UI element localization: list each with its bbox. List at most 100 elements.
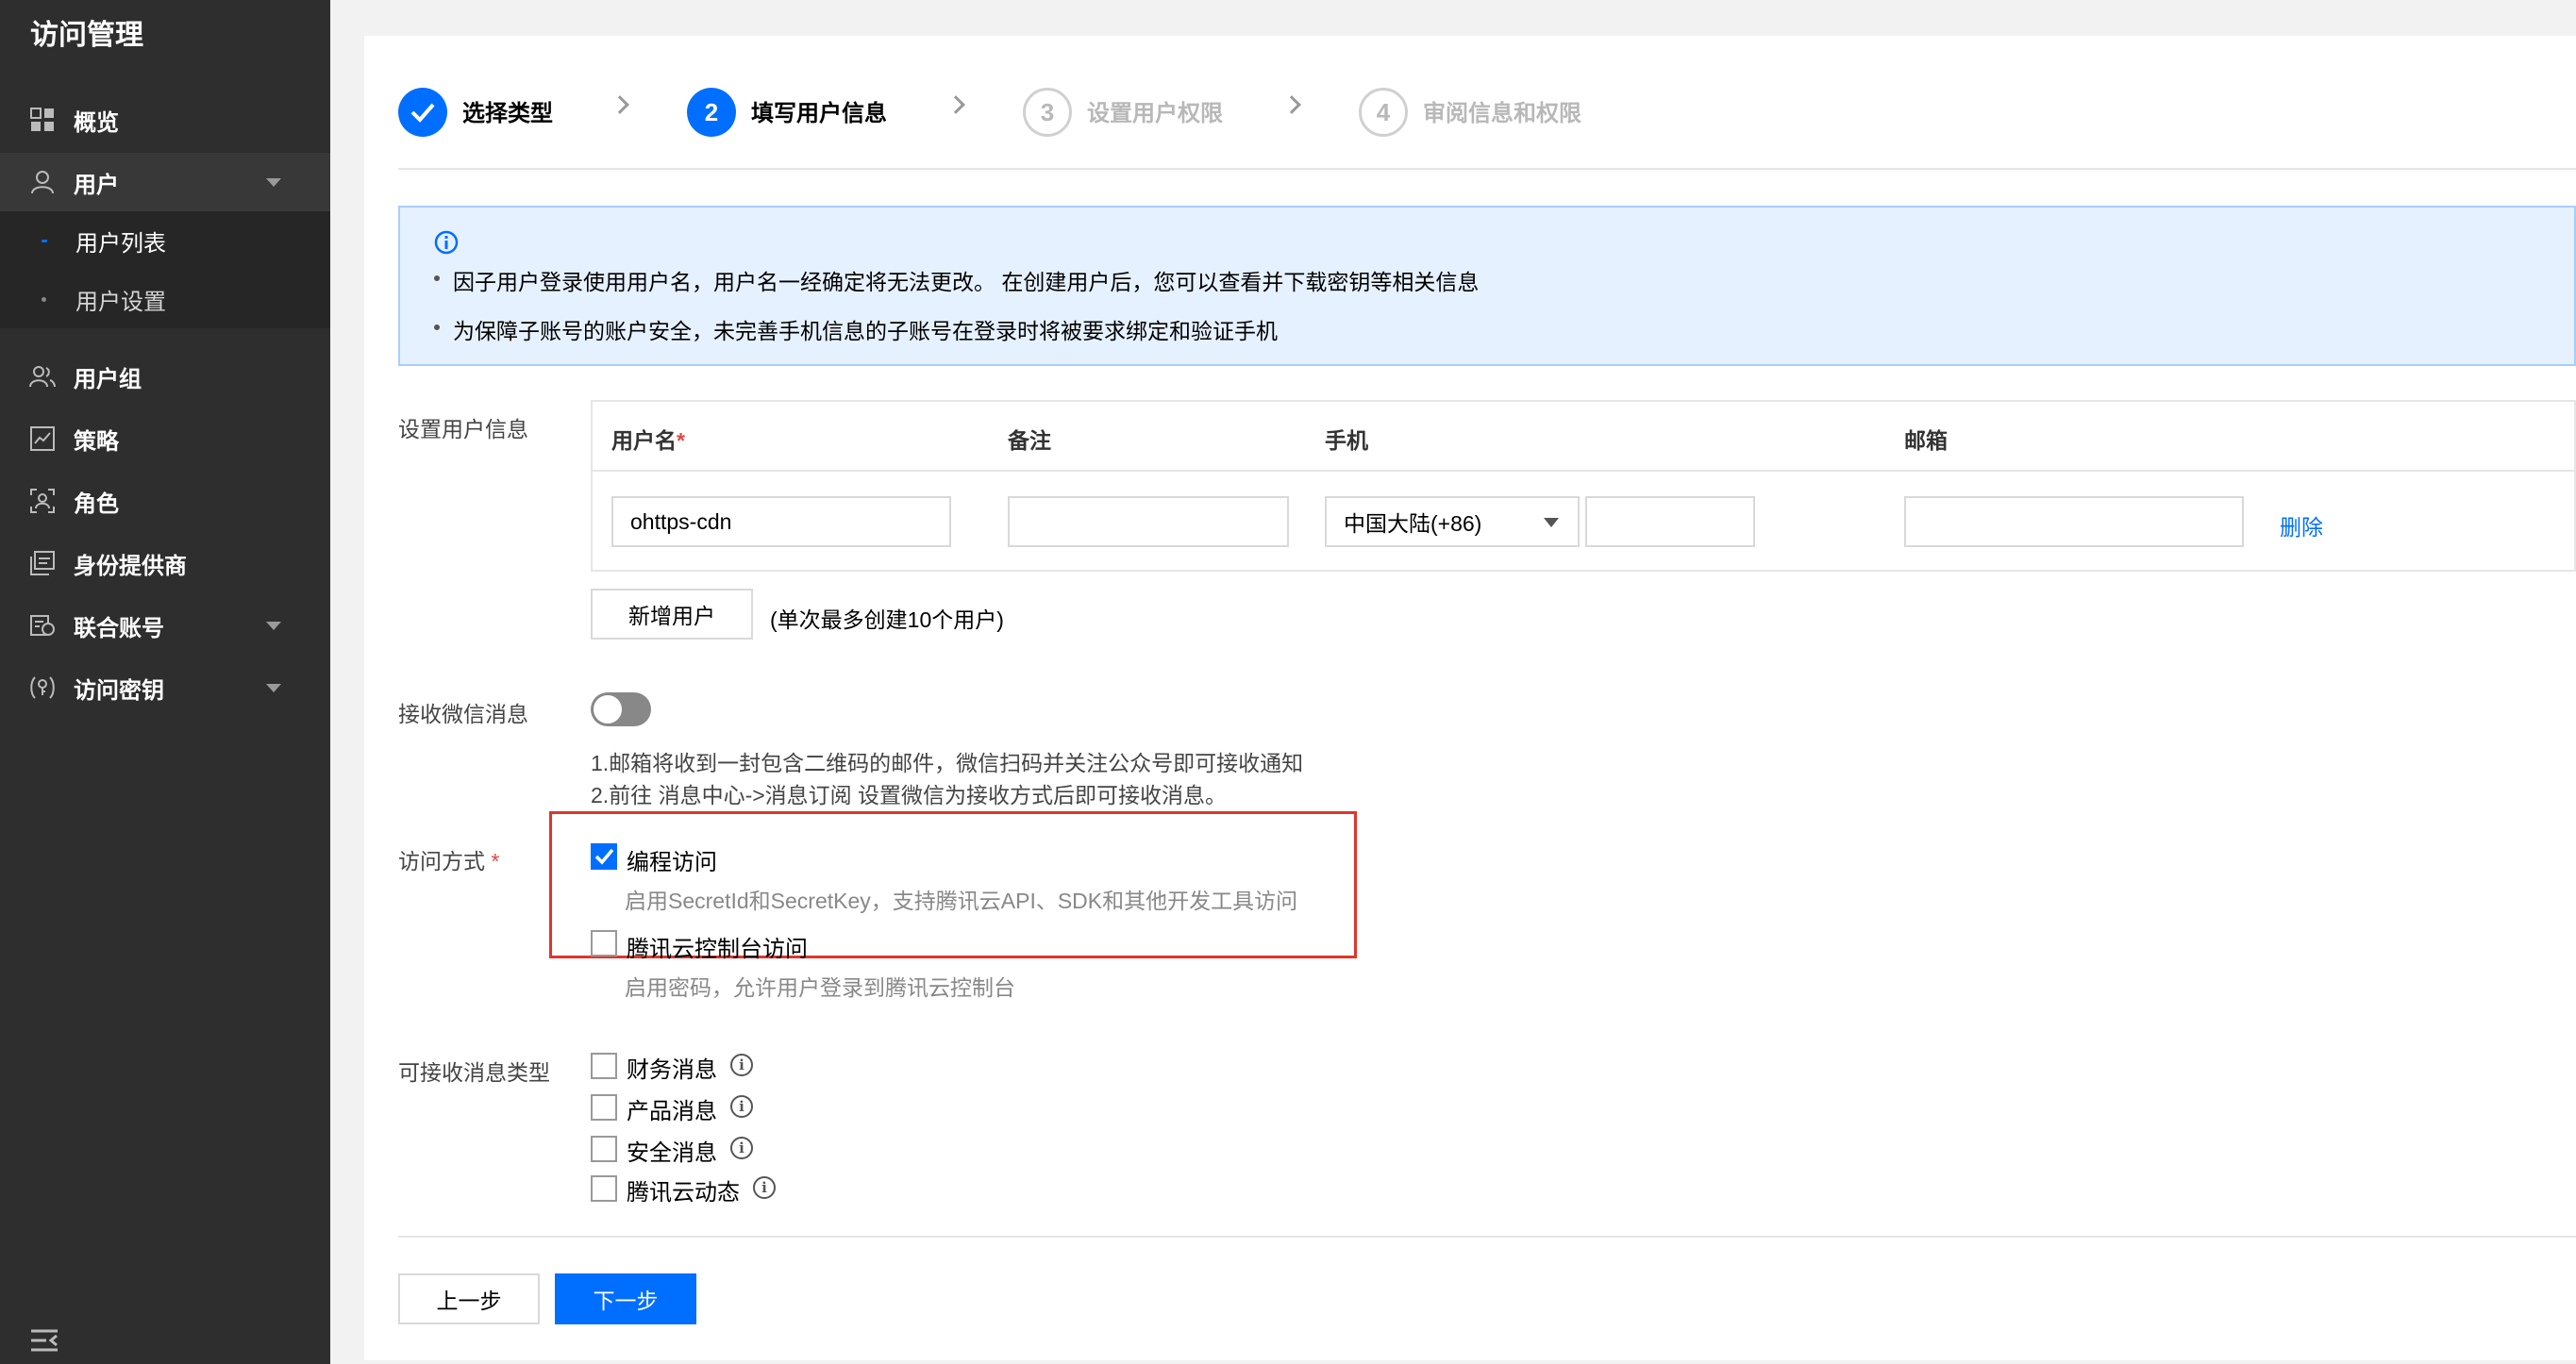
sidebar-subitem-label: 用户设置 xyxy=(75,289,166,315)
grid-icon xyxy=(28,106,57,134)
chevron-right-icon xyxy=(611,95,629,114)
role-icon xyxy=(28,487,57,515)
sidebar-title: 访问管理 xyxy=(30,20,143,51)
chevron-down-icon xyxy=(266,683,281,692)
sidebar-item-label: 概览 xyxy=(74,109,119,136)
toggle-knob xyxy=(594,695,622,724)
access-method-text: 访问方式 xyxy=(398,849,485,873)
sidebar-item-identity-providers[interactable]: 身份提供商 xyxy=(0,534,330,592)
create-user-card: 选择类型 2 填写用户信息 3 设置用户权限 4 审阅信息和权限 因子用户登录使… xyxy=(364,36,2576,1360)
collapse-sidebar-icon[interactable] xyxy=(30,1328,59,1357)
divider xyxy=(398,1236,2576,1238)
add-user-button[interactable]: 新增用户 xyxy=(591,589,753,640)
chevron-down-icon xyxy=(266,621,281,630)
console-access-label[interactable]: 腾讯云控制台访问 xyxy=(627,930,808,963)
finance-message-checkbox[interactable] xyxy=(591,1053,617,1079)
key-icon xyxy=(28,674,57,702)
user-table-header: 用户名* 备注 手机 邮箱 xyxy=(593,402,2574,472)
required-mark: * xyxy=(677,428,685,453)
info-icon[interactable]: i xyxy=(730,1137,753,1159)
column-remark: 备注 xyxy=(1008,428,1051,453)
sidebar-item-label: 用户组 xyxy=(74,366,142,392)
phone-region-select[interactable]: 中国大陆(+86) xyxy=(1325,496,1580,547)
sidebar-item-federated-accounts[interactable]: 联合账号 xyxy=(0,596,330,655)
step-2-label: 填写用户信息 xyxy=(751,101,887,126)
caret-down-icon xyxy=(1544,518,1559,527)
step-1-check-icon xyxy=(398,88,447,137)
sidebar-item-policies[interactable]: 策略 xyxy=(0,409,330,468)
console-access-desc: 启用密码，允许用户登录到腾讯云控制台 xyxy=(625,975,1015,1000)
sidebar-item-user-groups[interactable]: 用户组 xyxy=(0,347,330,406)
programmatic-access-label[interactable]: 编程访问 xyxy=(627,843,717,876)
info-icon[interactable]: i xyxy=(730,1054,753,1076)
cloud-news-checkbox[interactable] xyxy=(591,1175,617,1202)
console-access-checkbox[interactable] xyxy=(591,930,617,956)
username-input[interactable]: ohttps-cdn xyxy=(611,496,951,547)
sidebar-subitem-user-list[interactable]: 用户列表 xyxy=(0,211,330,270)
user-group-icon xyxy=(28,362,57,391)
sidebar-subitem-user-settings[interactable]: 用户设置 xyxy=(0,270,330,328)
delete-row-link[interactable]: 删除 xyxy=(2280,509,2323,541)
access-method-label: 访问方式 * xyxy=(398,843,499,875)
step-2-number: 2 xyxy=(687,88,736,137)
policy-icon xyxy=(28,424,57,453)
wechat-label: 接收微信消息 xyxy=(398,702,528,726)
step-3-label: 设置用户权限 xyxy=(1087,101,1223,126)
step-1-label: 选择类型 xyxy=(462,101,553,126)
sidebar-item-label: 角色 xyxy=(74,491,119,517)
next-step-button[interactable]: 下一步 xyxy=(555,1273,696,1324)
column-email: 邮箱 xyxy=(1904,428,1948,453)
divider xyxy=(398,168,2576,170)
column-phone: 手机 xyxy=(1325,428,1368,453)
finance-message-label[interactable]: 财务消息 xyxy=(627,1051,717,1084)
column-username: 用户名* xyxy=(611,423,685,455)
sidebar-item-overview[interactable]: 概览 xyxy=(0,91,330,149)
bullet-icon xyxy=(42,296,46,302)
notice-line-2: 为保障子账号的账户安全，未完善手机信息的子账号在登录时将被要求绑定和验证手机 xyxy=(453,319,1278,343)
phone-input[interactable] xyxy=(1585,496,1755,547)
product-message-checkbox[interactable] xyxy=(591,1094,617,1121)
required-mark: * xyxy=(491,849,500,873)
sidebar-subitem-label: 用户列表 xyxy=(75,230,166,257)
wechat-toggle[interactable] xyxy=(591,692,651,726)
product-message-label[interactable]: 产品消息 xyxy=(627,1092,717,1125)
security-message-checkbox[interactable] xyxy=(591,1136,617,1162)
wechat-note-1: 1.邮箱将收到一封包含二维码的邮件，微信扫码并关注公众号即可接收通知 xyxy=(591,751,1304,775)
sidebar-item-users[interactable]: 用户 xyxy=(0,153,330,211)
bullet-icon xyxy=(434,324,440,330)
security-message-label[interactable]: 安全消息 xyxy=(627,1134,717,1167)
programmatic-access-desc: 启用SecretId和SecretKey，支持腾讯云API、SDK和其他开发工具… xyxy=(625,889,1298,913)
user-info-label: 设置用户信息 xyxy=(398,417,528,441)
sidebar-item-label: 联合账号 xyxy=(74,615,164,641)
federated-account-icon xyxy=(28,611,57,640)
info-icon[interactable]: i xyxy=(730,1095,753,1118)
notice-box: 因子用户登录使用用户名，用户名一经确定将无法更改。 在创建用户后，您可以查看并下… xyxy=(398,206,2576,366)
cloud-news-label[interactable]: 腾讯云动态 xyxy=(627,1173,740,1206)
user-icon xyxy=(28,168,57,196)
column-label: 用户名 xyxy=(611,428,677,453)
chevron-right-icon xyxy=(946,95,965,114)
sidebar-item-label: 访问密钥 xyxy=(74,677,164,704)
sidebar-item-roles[interactable]: 角色 xyxy=(0,472,330,530)
prev-step-button[interactable]: 上一步 xyxy=(398,1273,540,1324)
notice-line-1: 因子用户登录使用用户名，用户名一经确定将无法更改。 在创建用户后，您可以查看并下… xyxy=(453,270,1480,294)
phone-region-value: 中国大陆(+86) xyxy=(1344,511,1482,536)
wechat-note-2: 2.前往 消息中心->消息订阅 设置微信为接收方式后即可接收消息。 xyxy=(591,783,1228,807)
user-info-table: 用户名* 备注 手机 邮箱 ohttps-cdn 中国大陆(+86) 删除 xyxy=(591,400,2576,572)
programmatic-access-checkbox[interactable] xyxy=(591,843,617,870)
step-4-label: 审阅信息和权限 xyxy=(1423,101,1581,126)
email-input[interactable] xyxy=(1904,496,2244,547)
active-indicator xyxy=(42,239,47,242)
chevron-right-icon xyxy=(1282,95,1301,114)
check-icon xyxy=(594,848,614,865)
sidebar-item-label: 用户 xyxy=(74,172,119,198)
sidebar: 访问管理 概览 用户 用户列表 用户设置 用户组 策略 角色 身份提供商 联合账… xyxy=(0,0,330,1364)
sidebar-item-label: 身份提供商 xyxy=(74,553,187,579)
step-4-number: 4 xyxy=(1359,88,1408,137)
message-types-label: 可接收消息类型 xyxy=(398,1060,550,1085)
info-circle-icon xyxy=(434,230,459,259)
sidebar-item-label: 策略 xyxy=(74,428,119,455)
sidebar-item-access-keys[interactable]: 访问密钥 xyxy=(0,658,330,717)
remark-input[interactable] xyxy=(1008,496,1289,547)
info-icon[interactable]: i xyxy=(753,1176,776,1199)
